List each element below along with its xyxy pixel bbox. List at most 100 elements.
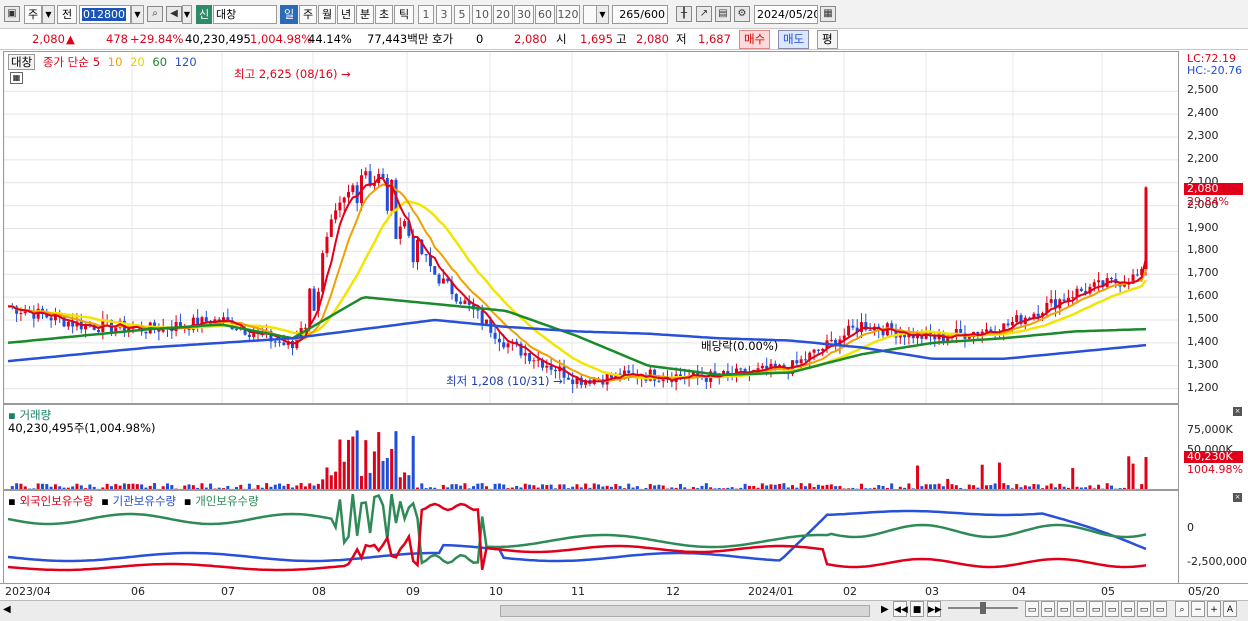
font-size-icon[interactable]: A [1223, 601, 1237, 617]
code-dropdown-icon[interactable]: ▼ [131, 5, 144, 24]
candle-body [816, 349, 820, 351]
volume-bar [390, 448, 394, 489]
zoom-slider-handle[interactable] [980, 602, 986, 614]
avg-button[interactable]: 평 [817, 30, 838, 49]
zoom-in-icon[interactable]: + [1207, 601, 1221, 617]
candle-body [252, 333, 256, 337]
save-icon[interactable]: ▤ [715, 6, 731, 22]
interval-5[interactable]: 5 [454, 5, 470, 24]
volume-bar [997, 462, 1001, 489]
window-layout-icon[interactable]: ▣ [4, 6, 20, 22]
scroll-left-icon[interactable]: ◀ [3, 604, 11, 615]
candle-body [334, 210, 338, 220]
x-label: 2024/01 [748, 585, 794, 598]
layout6-icon[interactable]: ▭ [1105, 601, 1119, 617]
legend-close: 종가 단순 [42, 55, 89, 69]
volume-bar [946, 478, 950, 489]
table-toggle-icon[interactable]: ▦ [10, 72, 23, 84]
scroll-right-icon[interactable]: ▶ [881, 604, 889, 615]
stock-code-input[interactable]: 012800 [79, 5, 131, 24]
period-tick[interactable]: 틱 [394, 5, 414, 24]
speaker-dropdown-icon[interactable]: ▼ [182, 5, 192, 24]
hold-tick-neg: -2,500,000 [1187, 555, 1247, 568]
period-year[interactable]: 년 [337, 5, 355, 24]
x-label: 02 [843, 585, 857, 598]
volume-bar [200, 483, 204, 489]
x-label: 2023/04 [5, 585, 51, 598]
scroll-thumb[interactable] [500, 605, 870, 617]
layout3-icon[interactable]: ▭ [1057, 601, 1071, 617]
volume-bar [1071, 468, 1075, 489]
interval-30[interactable]: 30 [514, 5, 534, 24]
candle-body [97, 329, 101, 332]
x-label: 05 [1101, 585, 1115, 598]
interval-10[interactable]: 10 [472, 5, 492, 24]
layout1-icon[interactable]: ▭ [1025, 601, 1039, 617]
date-field[interactable]: 2024/05/20 [754, 5, 818, 24]
interval-120[interactable]: 120 [556, 5, 580, 24]
interval-1[interactable]: 1 [418, 5, 434, 24]
candle-body [480, 310, 484, 324]
period-minute[interactable]: 분 [356, 5, 374, 24]
zoom-out-icon[interactable]: − [1191, 601, 1205, 617]
open-label: 시 [556, 32, 567, 46]
volume-bar [1002, 483, 1006, 489]
speaker-icon[interactable]: ◀ [166, 6, 182, 22]
period-week[interactable]: 주 [299, 5, 317, 24]
calendar-icon[interactable]: ▦ [820, 6, 836, 22]
candle-body [1071, 297, 1075, 299]
stock-name-field[interactable]: 대창 [213, 5, 277, 24]
layout2-icon[interactable]: ▭ [1041, 601, 1055, 617]
close-holdings-icon[interactable]: × [1233, 493, 1242, 502]
period-day[interactable]: 일 [280, 5, 298, 24]
search-icon[interactable]: ⌕ [147, 6, 163, 22]
volume-bar [359, 475, 363, 489]
stop-icon[interactable]: ■ [910, 601, 924, 617]
volume-bar [385, 457, 389, 489]
quote-volume: 40,230,495 [185, 32, 251, 46]
layout9-icon[interactable]: ▭ [1153, 601, 1167, 617]
holdings-pane[interactable]: ▪ 외국인보유수량 ▪ 기관보유수량 ▪ 개인보유수량 [3, 490, 1179, 584]
layout7-icon[interactable]: ▭ [1121, 601, 1135, 617]
volume-bar [299, 483, 303, 489]
close-volume-icon[interactable]: × [1233, 407, 1242, 416]
buy-button[interactable]: 매수 [739, 30, 771, 49]
candle-body [303, 327, 307, 329]
quote-volume-pct: 1,004.98% [250, 32, 313, 46]
volume-pane[interactable]: ▪ 거래량 40,230,495주(1,004.98%) [3, 404, 1179, 490]
candle-body [424, 254, 428, 256]
first-page-icon[interactable]: ◀◀ [893, 601, 908, 617]
candle-body [829, 339, 833, 341]
prev-button[interactable]: 전 [57, 5, 77, 24]
last-page-icon[interactable]: ▶▶ [927, 601, 942, 617]
hold-tick-0: 0 [1187, 521, 1194, 534]
layout8-icon[interactable]: ▭ [1137, 601, 1151, 617]
price-pane[interactable]: 대창 종가 단순 5 10 20 60 120 ▦ 최고 2,625 (08/16… [3, 51, 1179, 404]
candle-body [459, 301, 463, 304]
dividend-annotation: 배당락(0.00%) [701, 339, 779, 353]
gear-icon[interactable]: ⚙ [734, 6, 750, 22]
candle-body [484, 319, 488, 324]
candle-chart-icon[interactable]: ╂ [676, 6, 692, 22]
type-selector[interactable]: 주 [24, 5, 42, 24]
interval-20[interactable]: 20 [493, 5, 513, 24]
volume-bar [381, 460, 385, 489]
zoom-search-icon[interactable]: ⌕ [1175, 601, 1189, 617]
period-month[interactable]: 월 [318, 5, 336, 24]
shin-badge[interactable]: 신 [196, 5, 212, 24]
volume-bar [411, 435, 415, 489]
quote-change: 478 [106, 32, 128, 46]
count-field[interactable]: 265/600 [612, 5, 668, 24]
sell-button[interactable]: 매도 [778, 30, 810, 49]
interval-60[interactable]: 60 [535, 5, 555, 24]
interval-3[interactable]: 3 [436, 5, 452, 24]
candle-body [463, 300, 467, 304]
type-dropdown-icon[interactable]: ▼ [42, 5, 55, 24]
interval-dropdown-icon[interactable]: ▼ [596, 5, 609, 24]
candle-body [704, 377, 708, 382]
layout4-icon[interactable]: ▭ [1073, 601, 1087, 617]
layout5-icon[interactable]: ▭ [1089, 601, 1103, 617]
legend-foreign: 외국인보유수량 [19, 494, 94, 508]
period-second[interactable]: 초 [375, 5, 393, 24]
crosshair-icon[interactable]: ↗ [696, 6, 712, 22]
